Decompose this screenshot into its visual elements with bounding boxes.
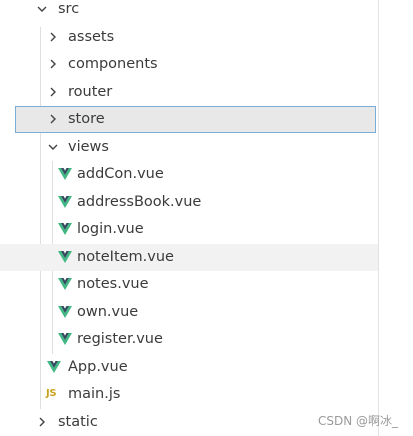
tree-item-file[interactable]: login.vue bbox=[0, 216, 378, 243]
vue-file-icon bbox=[58, 196, 72, 208]
vue-file-icon bbox=[58, 251, 72, 263]
vue-file-icon bbox=[58, 306, 72, 318]
tree-item-file[interactable]: addressBook.vue bbox=[0, 189, 378, 216]
vue-file-icon bbox=[58, 278, 72, 290]
folder-label-router: router bbox=[68, 84, 113, 100]
chevron-right-icon bbox=[39, 417, 45, 427]
js-file-icon: JS bbox=[46, 388, 57, 399]
tree-item-src[interactable]: src bbox=[0, 0, 378, 23]
chevron-right-icon bbox=[50, 114, 56, 124]
file-label: addCon.vue bbox=[77, 166, 164, 182]
tree-item-file[interactable]: register.vue bbox=[0, 326, 378, 353]
vue-file-icon bbox=[58, 333, 72, 345]
chevron-down-icon bbox=[48, 144, 58, 150]
file-label: own.vue bbox=[77, 304, 139, 320]
tree-item-assets[interactable]: assets bbox=[0, 24, 378, 51]
file-label: noteItem.vue bbox=[77, 249, 174, 265]
tree-item-file[interactable]: noteItem.vue bbox=[0, 244, 378, 271]
tree-item-file[interactable]: addCon.vue bbox=[0, 161, 378, 188]
file-label: login.vue bbox=[77, 221, 144, 237]
tree-item-app-vue[interactable]: App.vue bbox=[0, 354, 378, 381]
folder-label-store: store bbox=[68, 111, 105, 127]
file-label-app-vue: App.vue bbox=[68, 359, 128, 375]
tree-item-store[interactable]: store bbox=[15, 106, 376, 133]
folder-label-views: views bbox=[68, 139, 109, 155]
scrollbar-track[interactable] bbox=[378, 0, 379, 436]
tree-item-file[interactable]: own.vue bbox=[0, 299, 378, 326]
vue-file-icon bbox=[47, 361, 61, 373]
folder-label-assets: assets bbox=[68, 29, 115, 45]
file-label-main-js: main.js bbox=[68, 386, 121, 402]
file-explorer-tree: src assets components router store views bbox=[0, 0, 378, 436]
tree-item-components[interactable]: components bbox=[0, 51, 378, 78]
file-label: notes.vue bbox=[77, 276, 149, 292]
tree-item-views[interactable]: views bbox=[0, 134, 378, 161]
vue-file-icon bbox=[58, 168, 72, 180]
tree-item-file[interactable]: notes.vue bbox=[0, 271, 378, 298]
chevron-right-icon bbox=[50, 87, 56, 97]
file-label: addressBook.vue bbox=[77, 194, 202, 210]
chevron-right-icon bbox=[50, 32, 56, 42]
vue-file-icon bbox=[58, 223, 72, 235]
folder-label-components: components bbox=[68, 56, 158, 72]
watermark: CSDN @啊冰_ bbox=[318, 414, 399, 428]
chevron-right-icon bbox=[50, 59, 56, 69]
tree-item-main-js[interactable]: JS main.js bbox=[0, 381, 378, 408]
folder-label-src: src bbox=[58, 1, 80, 17]
folder-label-static: static bbox=[58, 414, 98, 430]
file-label: register.vue bbox=[77, 331, 163, 347]
chevron-down-icon bbox=[37, 6, 47, 12]
tree-item-router[interactable]: router bbox=[0, 79, 378, 106]
